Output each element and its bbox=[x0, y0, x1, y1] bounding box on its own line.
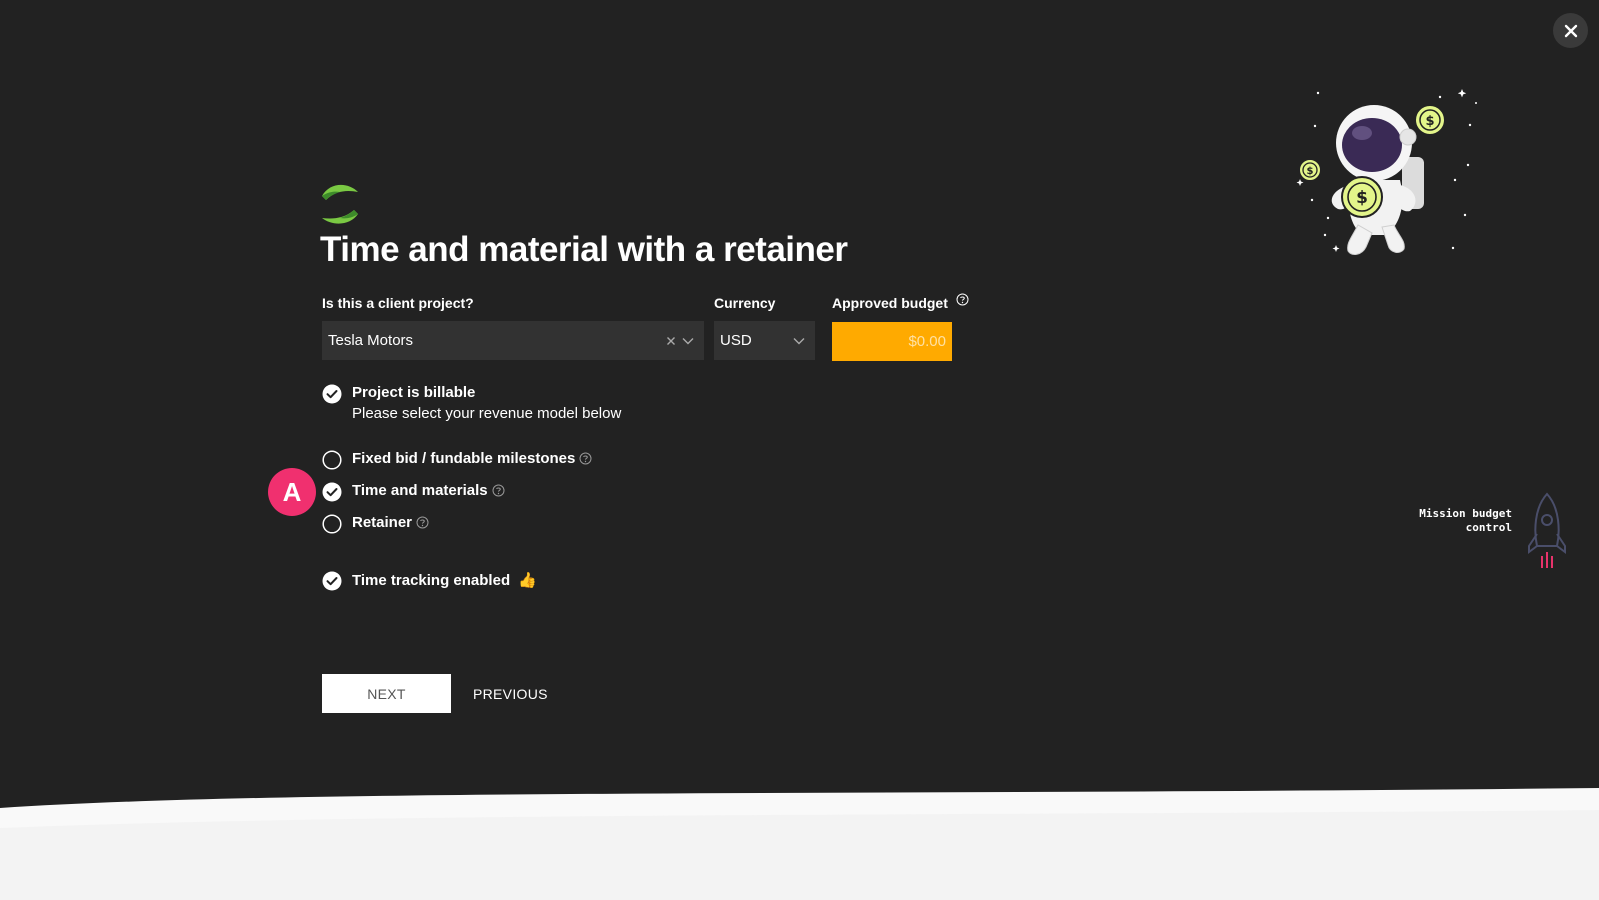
currency-select-value: USD bbox=[720, 332, 752, 349]
next-button[interactable]: NEXT bbox=[322, 674, 451, 713]
approved-budget-label: Approved budget bbox=[832, 293, 969, 311]
fixed-bid-label: Fixed bid / fundable milestones bbox=[352, 450, 576, 467]
time-tracking-checkbox[interactable]: Time tracking enabled 👍 bbox=[322, 571, 537, 591]
approved-budget-label-text: Approved budget bbox=[832, 295, 948, 311]
page-title: Time and material with a retainer bbox=[320, 230, 848, 269]
astronaut-illustration: $ $ $ bbox=[1296, 89, 1477, 255]
question-circle-icon[interactable] bbox=[416, 516, 429, 529]
avatar: A bbox=[268, 468, 316, 516]
clear-x-icon[interactable] bbox=[666, 336, 676, 346]
check-circle-icon bbox=[322, 384, 342, 404]
project-setup-page: Time and material with a retainer Is thi… bbox=[0, 0, 1599, 900]
close-icon bbox=[1564, 24, 1577, 37]
billable-label: Project is billable bbox=[352, 384, 476, 401]
question-circle-icon[interactable] bbox=[492, 484, 505, 497]
mission-budget-control-label: Mission budget control bbox=[1400, 507, 1512, 535]
billable-subtext: Please select your revenue model below bbox=[352, 405, 622, 422]
approved-budget-input[interactable] bbox=[832, 322, 952, 361]
question-circle-icon[interactable] bbox=[956, 293, 969, 306]
client-select-value: Tesla Motors bbox=[328, 332, 414, 349]
radio-empty-icon bbox=[322, 514, 342, 534]
currency-select[interactable]: USD bbox=[714, 321, 815, 360]
time-and-materials-label: Time and materials bbox=[352, 482, 488, 499]
client-project-label: Is this a client project? bbox=[322, 295, 474, 311]
svg-text:$: $ bbox=[1307, 166, 1314, 177]
previous-button[interactable]: PREVIOUS bbox=[473, 674, 548, 713]
svg-text:$: $ bbox=[1356, 188, 1368, 208]
check-circle-icon bbox=[322, 482, 342, 502]
billable-checkbox[interactable]: Project is billable Please select your r… bbox=[322, 384, 621, 422]
ground-decoration bbox=[0, 788, 1599, 900]
check-circle-icon bbox=[322, 571, 342, 591]
thumbs-up-icon: 👍 bbox=[518, 572, 537, 589]
client-select[interactable]: Tesla Motors bbox=[322, 321, 704, 360]
radio-fixed-bid[interactable]: Fixed bid / fundable milestones bbox=[322, 450, 592, 470]
retainer-label: Retainer bbox=[352, 514, 413, 531]
close-button[interactable] bbox=[1553, 13, 1588, 48]
time-tracking-label: Time tracking enabled bbox=[352, 571, 511, 589]
rocket-icon bbox=[1528, 492, 1566, 568]
mission-line-1: Mission budget bbox=[1419, 507, 1512, 520]
chevron-down-icon bbox=[793, 337, 805, 344]
svg-text:$: $ bbox=[1425, 114, 1434, 129]
mission-line-2: control bbox=[1465, 521, 1512, 534]
brand-logo bbox=[322, 184, 358, 224]
radio-empty-icon bbox=[322, 450, 342, 470]
radio-time-and-materials[interactable]: Time and materials bbox=[322, 482, 505, 502]
currency-label: Currency bbox=[714, 295, 776, 311]
question-circle-icon[interactable] bbox=[579, 452, 592, 465]
radio-retainer[interactable]: Retainer bbox=[322, 514, 429, 534]
chevron-down-icon bbox=[682, 337, 694, 344]
